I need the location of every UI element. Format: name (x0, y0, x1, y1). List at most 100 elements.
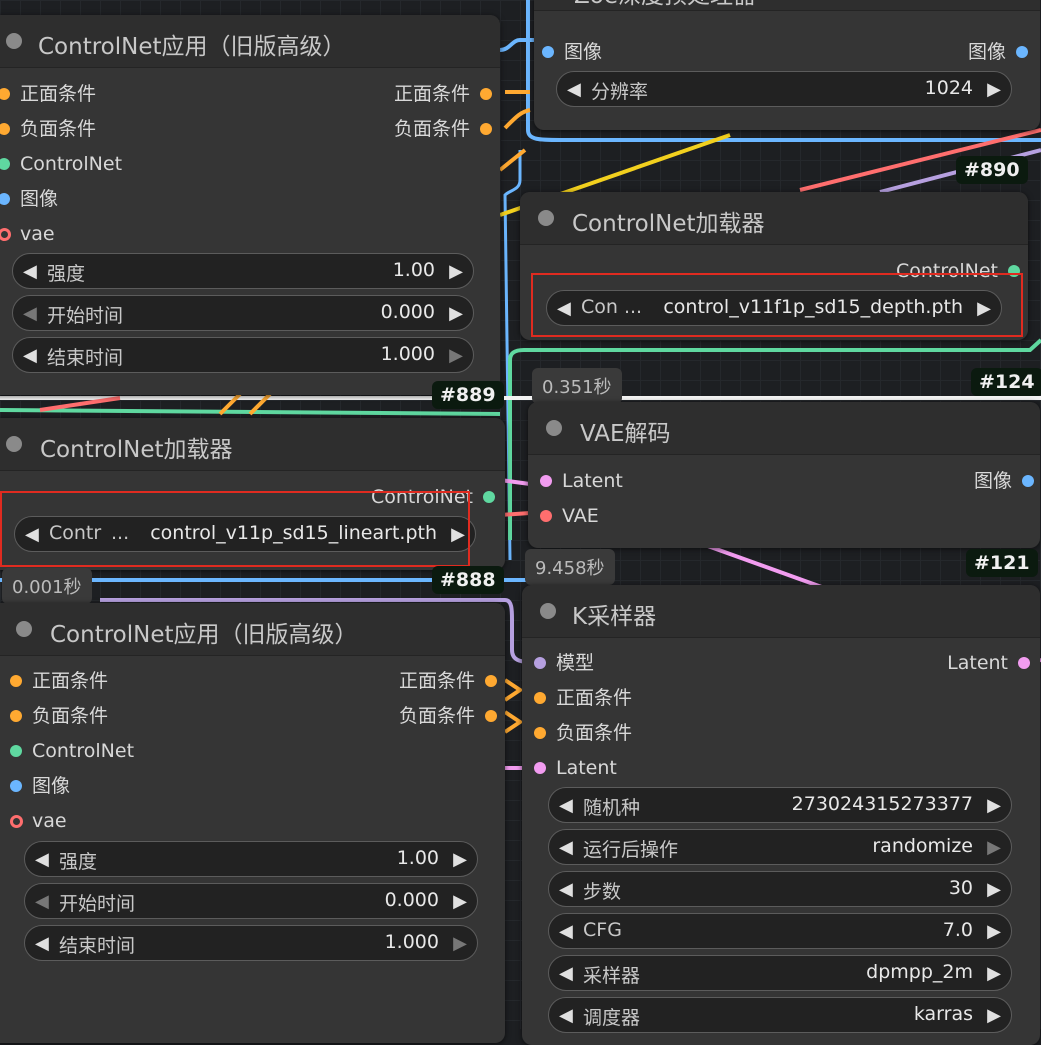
slot-ring-icon[interactable] (10, 815, 23, 828)
widget-control-after-generate[interactable]: ◀ 运行后操作 randomize ▶ (548, 829, 1012, 865)
slot-dot-icon[interactable] (10, 745, 22, 757)
slot-dot-icon[interactable] (1016, 46, 1028, 58)
arrow-right-icon[interactable]: ▶ (987, 879, 1001, 900)
node-controlnet-apply-top[interactable]: ControlNet应用（旧版高级） 正面条件 负面条件 ControlNet … (0, 15, 500, 395)
widget-cfg[interactable]: ◀ CFG 7.0 ▶ (548, 913, 1012, 949)
node-title-bar[interactable]: ControlNet加载器 (0, 418, 505, 471)
slot-dot-icon[interactable] (534, 762, 546, 774)
slot-dot-icon[interactable] (483, 491, 495, 503)
output-positive[interactable]: 正面条件 (399, 668, 497, 694)
arrow-left-icon[interactable]: ◀ (35, 891, 49, 912)
arrow-right-icon[interactable]: ▶ (449, 303, 463, 324)
arrow-left-icon[interactable]: ◀ (559, 963, 573, 984)
node-title-bar[interactable]: ControlNet应用（旧版高级） (0, 15, 500, 68)
arrow-right-icon[interactable]: ▶ (987, 795, 1001, 816)
slot-dot-icon[interactable] (0, 123, 10, 135)
input-latent[interactable]: Latent (534, 755, 617, 781)
widget-strength[interactable]: ◀ 强度 1.00 ▶ (24, 841, 478, 877)
arrow-right-icon[interactable]: ▶ (453, 891, 467, 912)
node-title-bar[interactable]: Zoe深度预处理器 (534, 0, 1040, 11)
arrow-right-icon[interactable]: ▶ (453, 933, 467, 954)
slot-dot-icon[interactable] (534, 727, 546, 739)
node-title-bar[interactable]: ControlNet应用（旧版高级） (0, 603, 505, 656)
node-controlnet-apply-bottom[interactable]: ControlNet应用（旧版高级） 正面条件 负面条件 ControlNet … (0, 603, 505, 1043)
slot-dot-icon[interactable] (0, 158, 10, 170)
widget-resolution[interactable]: ◀ 分辨率 1024 ▶ (556, 71, 1012, 107)
node-zoe-depth[interactable]: Zoe深度预处理器 图像 图像 ◀ 分辨率 1024 ▶ (534, 0, 1040, 130)
slot-dot-icon[interactable] (542, 46, 554, 58)
node-title-bar[interactable]: VAE解码 (528, 402, 1040, 455)
slot-dot-icon[interactable] (0, 88, 10, 100)
arrow-left-icon[interactable]: ◀ (35, 933, 49, 954)
collapse-dot-icon[interactable] (538, 210, 554, 226)
widget-end-percent[interactable]: ◀ 结束时间 1.000 ▶ (12, 337, 474, 373)
input-image[interactable]: 图像 (0, 186, 58, 212)
input-positive[interactable]: 正面条件 (0, 81, 96, 107)
slot-dot-icon[interactable] (480, 123, 492, 135)
slot-dot-icon[interactable] (10, 675, 22, 687)
input-controlnet[interactable]: ControlNet (0, 151, 122, 177)
widget-strength[interactable]: ◀ 强度 1.00 ▶ (12, 253, 474, 289)
node-title-bar[interactable]: K采样器 (522, 585, 1040, 638)
widget-start-percent[interactable]: ◀ 开始时间 0.000 ▶ (24, 883, 478, 919)
output-image[interactable]: 图像 (974, 468, 1034, 494)
slot-dot-icon[interactable] (485, 710, 497, 722)
arrow-left-icon[interactable]: ◀ (559, 837, 573, 858)
widget-seed[interactable]: ◀ 随机种 273024315273377 ▶ (548, 787, 1012, 823)
collapse-dot-icon[interactable] (540, 603, 556, 619)
slot-dot-icon[interactable] (0, 193, 10, 205)
output-positive[interactable]: 正面条件 (394, 81, 492, 107)
slot-dot-icon[interactable] (540, 510, 552, 522)
arrow-right-icon[interactable]: ▶ (987, 963, 1001, 984)
input-vae[interactable]: VAE (540, 503, 599, 529)
widget-scheduler[interactable]: ◀ 调度器 karras ▶ (548, 997, 1012, 1033)
input-positive[interactable]: 正面条件 (534, 685, 632, 711)
slot-dot-icon[interactable] (1018, 657, 1030, 669)
widget-start-percent[interactable]: ◀ 开始时间 0.000 ▶ (12, 295, 474, 331)
arrow-left-icon[interactable]: ◀ (559, 1005, 573, 1026)
arrow-left-icon[interactable]: ◀ (559, 795, 573, 816)
widget-sampler[interactable]: ◀ 采样器 dpmpp_2m ▶ (548, 955, 1012, 991)
widget-end-percent[interactable]: ◀ 结束时间 1.000 ▶ (24, 925, 478, 961)
arrow-left-icon[interactable]: ◀ (567, 79, 581, 100)
arrow-left-icon[interactable]: ◀ (35, 849, 49, 870)
arrow-left-icon[interactable]: ◀ (559, 879, 573, 900)
collapse-dot-icon[interactable] (16, 621, 32, 637)
arrow-right-icon[interactable]: ▶ (449, 261, 463, 282)
output-negative[interactable]: 负面条件 (399, 703, 497, 729)
node-title-bar[interactable]: ControlNet加载器 (520, 192, 1028, 245)
arrow-left-icon[interactable]: ◀ (23, 261, 37, 282)
slot-dot-icon[interactable] (540, 475, 552, 487)
arrow-right-icon[interactable]: ▶ (987, 79, 1001, 100)
arrow-right-icon[interactable]: ▶ (987, 837, 1001, 858)
arrow-left-icon[interactable]: ◀ (23, 303, 37, 324)
output-latent[interactable]: Latent (947, 650, 1030, 676)
input-negative[interactable]: 负面条件 (0, 116, 96, 142)
input-latent[interactable]: Latent (540, 468, 623, 494)
slot-dot-icon[interactable] (10, 780, 22, 792)
input-negative[interactable]: 负面条件 (10, 703, 108, 729)
slot-dot-icon[interactable] (485, 675, 497, 687)
arrow-right-icon[interactable]: ▶ (453, 849, 467, 870)
slot-ring-icon[interactable] (0, 228, 11, 241)
input-image[interactable]: 图像 (542, 39, 602, 65)
collapse-dot-icon[interactable] (6, 33, 22, 49)
input-image[interactable]: 图像 (10, 773, 70, 799)
input-positive[interactable]: 正面条件 (10, 668, 108, 694)
input-vae[interactable]: vae (0, 221, 55, 247)
arrow-right-icon[interactable]: ▶ (449, 345, 463, 366)
slot-dot-icon[interactable] (534, 657, 546, 669)
slot-dot-icon[interactable] (480, 88, 492, 100)
collapse-dot-icon[interactable] (6, 436, 22, 452)
arrow-left-icon[interactable]: ◀ (23, 345, 37, 366)
arrow-right-icon[interactable]: ▶ (987, 1005, 1001, 1026)
output-image[interactable]: 图像 (968, 39, 1028, 65)
node-ksampler[interactable]: K采样器 模型 正面条件 负面条件 Latent Latent ◀ 随机种 27… (522, 585, 1040, 1045)
output-negative[interactable]: 负面条件 (394, 116, 492, 142)
collapse-dot-icon[interactable] (546, 420, 562, 436)
widget-steps[interactable]: ◀ 步数 30 ▶ (548, 871, 1012, 907)
slot-dot-icon[interactable] (534, 692, 546, 704)
slot-dot-icon[interactable] (1022, 475, 1034, 487)
arrow-left-icon[interactable]: ◀ (559, 921, 573, 942)
input-vae[interactable]: vae (10, 808, 67, 834)
